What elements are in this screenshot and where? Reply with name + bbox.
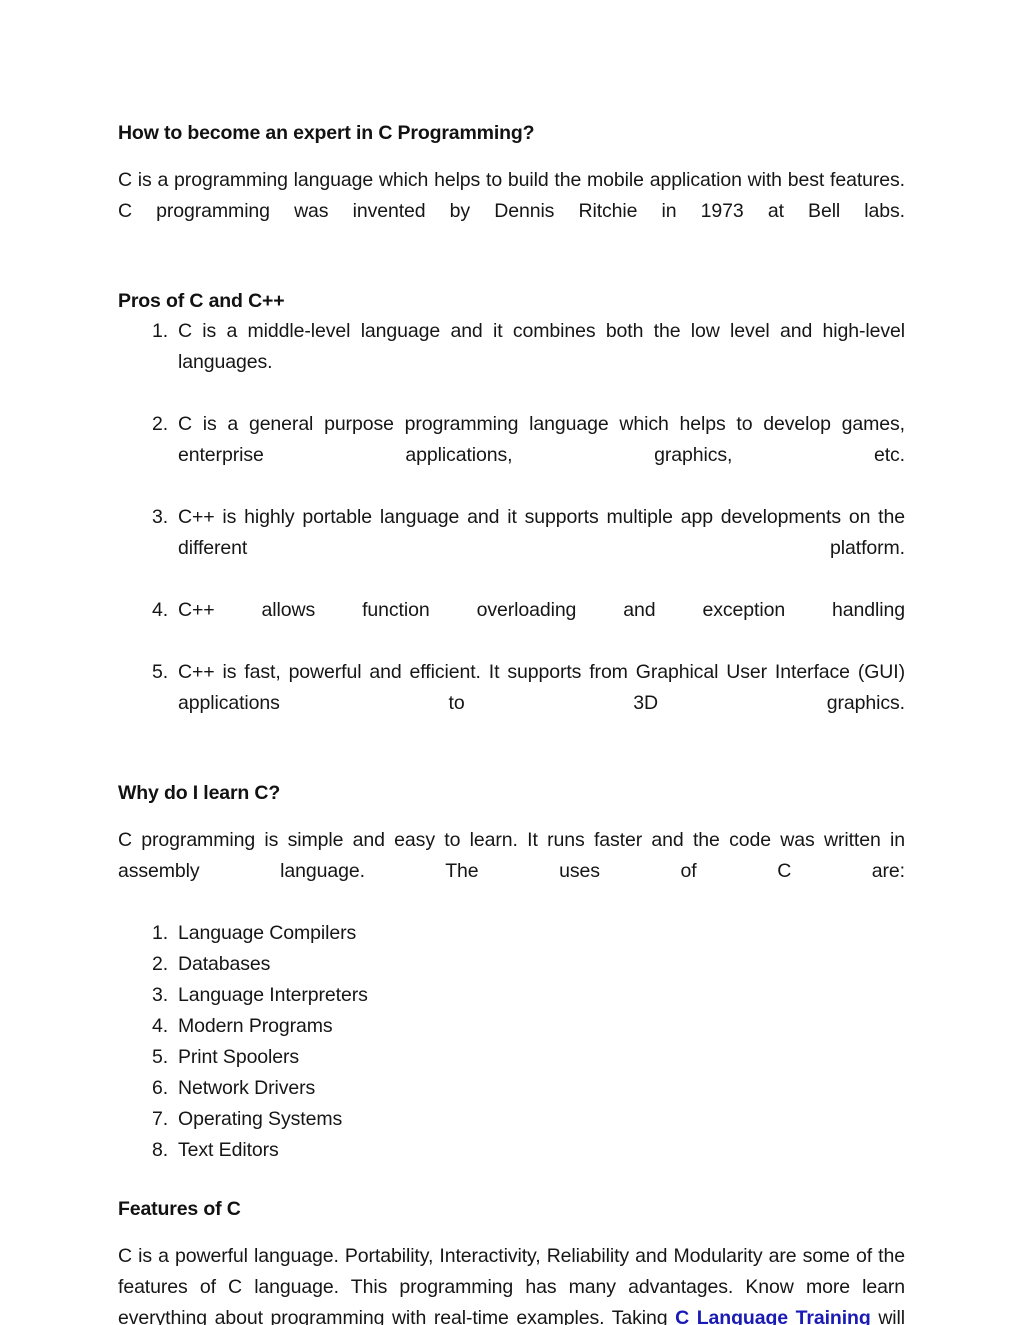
- list-marker: 7.: [152, 1108, 169, 1130]
- list-marker: 1.: [152, 320, 169, 342]
- list-item: 2. Databases: [118, 949, 905, 980]
- list-marker: 5.: [152, 1046, 169, 1068]
- pros-list: 1. C is a middle-level language and it c…: [118, 316, 905, 750]
- list-marker: 3.: [152, 984, 169, 1006]
- section-heading-why: Why do I learn C?: [118, 782, 281, 804]
- list-marker: 1.: [152, 922, 169, 944]
- list-item-text: Language Compilers: [178, 922, 357, 944]
- list-marker: 8.: [152, 1139, 169, 1161]
- document-page: How to become an expert in C Programming…: [0, 0, 1024, 1325]
- list-item-text: C is a middle-level language and it comb…: [178, 320, 905, 373]
- list-item-text: C++ is fast, powerful and efficient. It …: [178, 661, 905, 714]
- list-item: 1. Language Compilers: [118, 918, 905, 949]
- list-item-text: Text Editors: [178, 1139, 279, 1161]
- uses-list: 1. Language Compilers 2. Databases 3. La…: [118, 918, 905, 1166]
- list-item: 1. C is a middle-level language and it c…: [118, 316, 905, 409]
- list-marker: 2.: [152, 953, 169, 975]
- features-paragraph: C is a powerful language. Portability, I…: [118, 1241, 905, 1325]
- page-title: How to become an expert in C Programming…: [118, 122, 535, 144]
- list-item: 3. C++ is highly portable language and i…: [118, 502, 905, 595]
- list-item-text: C++ is highly portable language and it s…: [178, 506, 905, 559]
- list-item: 6. Network Drivers: [118, 1073, 905, 1104]
- document-content: How to become an expert in C Programming…: [118, 118, 905, 1325]
- why-paragraph: C programming is simple and easy to lear…: [118, 829, 905, 882]
- intro-paragraph: C is a programming language which helps …: [118, 169, 905, 222]
- list-item-text: Databases: [178, 953, 271, 975]
- list-item: 8. Text Editors: [118, 1135, 905, 1166]
- list-item: 3. Language Interpreters: [118, 980, 905, 1011]
- list-marker: 4.: [152, 599, 169, 621]
- list-item: 2. C is a general purpose programming la…: [118, 409, 905, 502]
- list-marker: 6.: [152, 1077, 169, 1099]
- list-item-text: Language Interpreters: [178, 984, 368, 1006]
- list-marker: 4.: [152, 1015, 169, 1037]
- list-item-text: C is a general purpose programming langu…: [178, 413, 905, 466]
- list-item-text: Operating Systems: [178, 1108, 343, 1130]
- list-marker: 5.: [152, 661, 169, 683]
- section-heading-pros: Pros of C and C++: [118, 290, 285, 312]
- list-item-text: Network Drivers: [178, 1077, 316, 1099]
- list-item: 5. Print Spoolers: [118, 1042, 905, 1073]
- c-language-training-link[interactable]: C Language Training: [675, 1307, 871, 1325]
- list-item-text: C++ allows function overloading and exce…: [178, 599, 905, 621]
- list-marker: 2.: [152, 413, 169, 435]
- list-item: 4. C++ allows function overloading and e…: [118, 595, 905, 657]
- section-heading-features: Features of C: [118, 1198, 241, 1220]
- list-item: 4. Modern Programs: [118, 1011, 905, 1042]
- list-item: 7. Operating Systems: [118, 1104, 905, 1135]
- list-marker: 3.: [152, 506, 169, 528]
- list-item-text: Modern Programs: [178, 1015, 333, 1037]
- list-item-text: Print Spoolers: [178, 1046, 300, 1068]
- list-item: 5. C++ is fast, powerful and efficient. …: [118, 657, 905, 750]
